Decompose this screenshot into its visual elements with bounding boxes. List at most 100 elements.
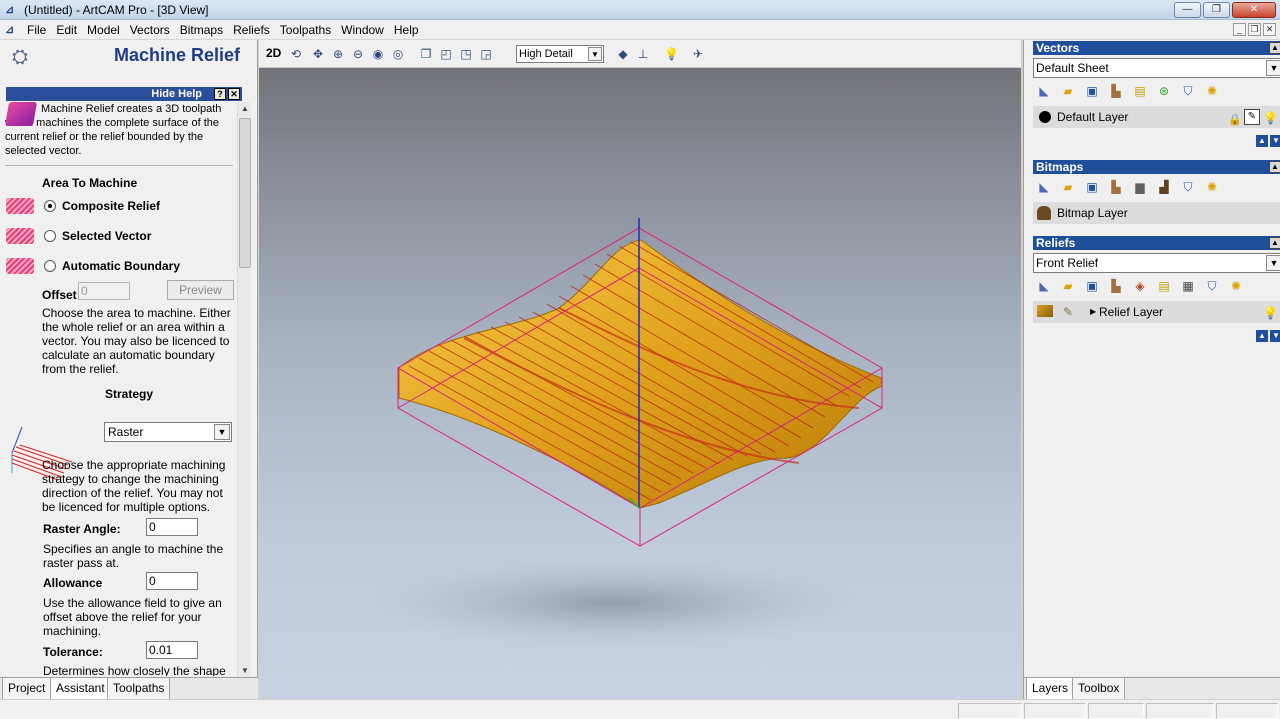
relief-layer-row[interactable]: ✎ ▶ Relief Layer 💡 bbox=[1033, 301, 1280, 323]
chevron-down-icon[interactable]: ▼ bbox=[214, 424, 230, 440]
help-question-icon[interactable]: ? bbox=[214, 88, 226, 100]
radio-composite-relief[interactable]: Composite Relief bbox=[6, 196, 160, 216]
tab-assistant[interactable]: Assistant bbox=[50, 678, 111, 700]
side-view-icon[interactable]: ◳ bbox=[459, 47, 473, 61]
close-button[interactable]: ✕ bbox=[1232, 2, 1276, 18]
pan-icon[interactable]: ✥ bbox=[311, 47, 325, 61]
chevron-down-icon[interactable]: ▼ bbox=[1266, 60, 1280, 76]
relief-select[interactable]: Front Relief ▼ bbox=[1033, 253, 1280, 273]
menu-help[interactable]: Help bbox=[394, 23, 419, 37]
new-layer-icon[interactable]: ◣ bbox=[1037, 279, 1051, 293]
default-layer-label[interactable]: Default Layer bbox=[1057, 110, 1128, 124]
grayscale-icon[interactable]: ▆ bbox=[1133, 180, 1147, 194]
preview-button[interactable]: Preview bbox=[167, 280, 234, 300]
radio-automatic-label[interactable]: Automatic Boundary bbox=[62, 259, 180, 273]
radio-selected-vector[interactable]: Selected Vector bbox=[6, 226, 151, 246]
move-down-icon[interactable]: ▼ bbox=[1270, 330, 1280, 342]
bulb-all-icon[interactable]: ✺ bbox=[1205, 84, 1219, 98]
restore-button[interactable]: ❐ bbox=[1203, 2, 1230, 18]
collapse-icon[interactable]: ▲ bbox=[1269, 42, 1280, 54]
tab-toolbox[interactable]: Toolbox bbox=[1072, 678, 1126, 700]
bulb-all-icon[interactable]: ✺ bbox=[1205, 180, 1219, 194]
menu-file[interactable]: File bbox=[27, 23, 46, 37]
copy-layer-icon[interactable]: ▙ bbox=[1109, 180, 1123, 194]
scroll-thumb[interactable] bbox=[239, 118, 251, 268]
show-relief-icon[interactable]: ◆ bbox=[616, 47, 630, 61]
radio-composite-label[interactable]: Composite Relief bbox=[62, 199, 160, 213]
relief-layer-label[interactable]: Relief Layer bbox=[1099, 305, 1163, 319]
zoom-in-icon[interactable]: ⊕ bbox=[331, 47, 345, 61]
new-layer-icon[interactable]: ◣ bbox=[1037, 180, 1051, 194]
scroll-up-icon[interactable]: ▲ bbox=[238, 102, 252, 116]
tab-layers[interactable]: Layers bbox=[1026, 678, 1075, 700]
minimize-button[interactable]: — bbox=[1174, 2, 1201, 18]
menu-toolpaths[interactable]: Toolpaths bbox=[280, 23, 331, 37]
merge-layer-icon[interactable]: ▤ bbox=[1133, 84, 1147, 98]
allowance-input[interactable]: 0 bbox=[146, 572, 198, 590]
grid-icon[interactable]: ▦ bbox=[1181, 279, 1195, 293]
vector-sheet-select[interactable]: Default Sheet ▼ bbox=[1033, 58, 1280, 78]
menu-edit[interactable]: Edit bbox=[56, 23, 77, 37]
menu-bitmaps[interactable]: Bitmaps bbox=[180, 23, 223, 37]
tolerance-input[interactable]: 0.01 bbox=[146, 641, 198, 659]
visibility-bulb-icon[interactable]: 💡 bbox=[1263, 107, 1278, 129]
3d-viewport[interactable] bbox=[259, 68, 1021, 699]
save-layer-icon[interactable]: ▣ bbox=[1085, 180, 1099, 194]
move-up-icon[interactable]: ▲ bbox=[1256, 330, 1268, 342]
layer-color-icon[interactable] bbox=[1039, 111, 1051, 123]
save-layer-icon[interactable]: ▣ bbox=[1085, 279, 1099, 293]
delete-layer-icon[interactable]: ⛉ bbox=[1181, 180, 1195, 194]
save-layer-icon[interactable]: ▣ bbox=[1085, 84, 1099, 98]
offset-input[interactable]: 0 bbox=[78, 282, 130, 300]
expand-arrow-icon[interactable]: ▶ bbox=[1090, 301, 1096, 323]
light-bulb-icon[interactable]: 💡 bbox=[664, 47, 679, 61]
detail-select[interactable]: High Detail ▼ bbox=[516, 45, 604, 63]
scroll-down-icon[interactable]: ▼ bbox=[238, 664, 252, 678]
relief-tool-icon[interactable]: ✎ bbox=[1063, 301, 1073, 323]
zoom-fit-icon[interactable]: ◎ bbox=[391, 47, 405, 61]
panel-scrollbar[interactable]: ▲ ▼ bbox=[237, 102, 251, 678]
render-toolpath-icon[interactable]: ✈ bbox=[691, 47, 705, 61]
front-view-icon[interactable]: ◰ bbox=[439, 47, 453, 61]
delete-layer-icon[interactable]: ⛉ bbox=[1205, 279, 1219, 293]
layer-stack-icon[interactable]: ◈ bbox=[1133, 279, 1147, 293]
menu-model[interactable]: Model bbox=[87, 23, 120, 37]
bulb-all-icon[interactable]: ✺ bbox=[1229, 279, 1243, 293]
collapse-icon[interactable]: ▲ bbox=[1269, 161, 1280, 173]
radio-automatic-boundary[interactable]: Automatic Boundary bbox=[6, 256, 180, 276]
iso-view-icon[interactable]: ❐ bbox=[419, 47, 433, 61]
new-layer-icon[interactable]: ◣ bbox=[1037, 84, 1051, 98]
merge-layer-icon[interactable]: ▤ bbox=[1157, 279, 1171, 293]
strategy-select[interactable]: Raster ▼ bbox=[104, 422, 232, 442]
radio-selected-label[interactable]: Selected Vector bbox=[62, 229, 151, 243]
tab-project[interactable]: Project bbox=[2, 678, 52, 700]
menu-window[interactable]: Window bbox=[341, 23, 384, 37]
chevron-down-icon[interactable]: ▼ bbox=[1266, 255, 1280, 271]
hide-help-label[interactable]: Hide Help bbox=[151, 88, 202, 100]
tab-toolpaths[interactable]: Toolpaths bbox=[107, 678, 171, 700]
copy-layer-icon[interactable]: ▙ bbox=[1109, 84, 1123, 98]
visibility-bulb-icon[interactable]: 💡 bbox=[1263, 302, 1278, 324]
move-up-icon[interactable]: ▲ bbox=[1256, 135, 1268, 147]
collapse-icon[interactable]: ▲ bbox=[1269, 237, 1280, 249]
bitmap-layer-row[interactable]: Bitmap Layer bbox=[1033, 202, 1280, 224]
open-layer-icon[interactable]: ▰ bbox=[1061, 279, 1075, 293]
lock-icon[interactable]: 🔒 bbox=[1228, 109, 1242, 131]
delete-layer-icon[interactable]: ⛉ bbox=[1181, 84, 1195, 98]
link-layer-icon[interactable]: ⊛ bbox=[1157, 84, 1171, 98]
zoom-out-icon[interactable]: ⊖ bbox=[351, 47, 365, 61]
mdi-close-button[interactable]: ✕ bbox=[1263, 23, 1276, 36]
menu-reliefs[interactable]: Reliefs bbox=[233, 23, 270, 37]
axes-icon[interactable]: ⊥ bbox=[636, 47, 650, 61]
top-view-icon[interactable]: ◲ bbox=[479, 47, 493, 61]
chevron-down-icon[interactable]: ▼ bbox=[588, 47, 602, 61]
radio-button[interactable] bbox=[44, 230, 56, 242]
radio-button-checked[interactable] bbox=[44, 200, 56, 212]
open-layer-icon[interactable]: ▰ bbox=[1061, 84, 1075, 98]
2d-view-button[interactable]: 2D bbox=[266, 46, 281, 60]
mdi-restore-button[interactable]: ❐ bbox=[1248, 23, 1261, 36]
document-icon[interactable]: ⊿ bbox=[5, 23, 14, 36]
mdi-minimize-button[interactable]: _ bbox=[1233, 23, 1246, 36]
default-layer-row[interactable]: Default Layer 🔒 ✎ 💡 bbox=[1033, 106, 1280, 128]
zoom-box-icon[interactable]: ◉ bbox=[371, 47, 385, 61]
